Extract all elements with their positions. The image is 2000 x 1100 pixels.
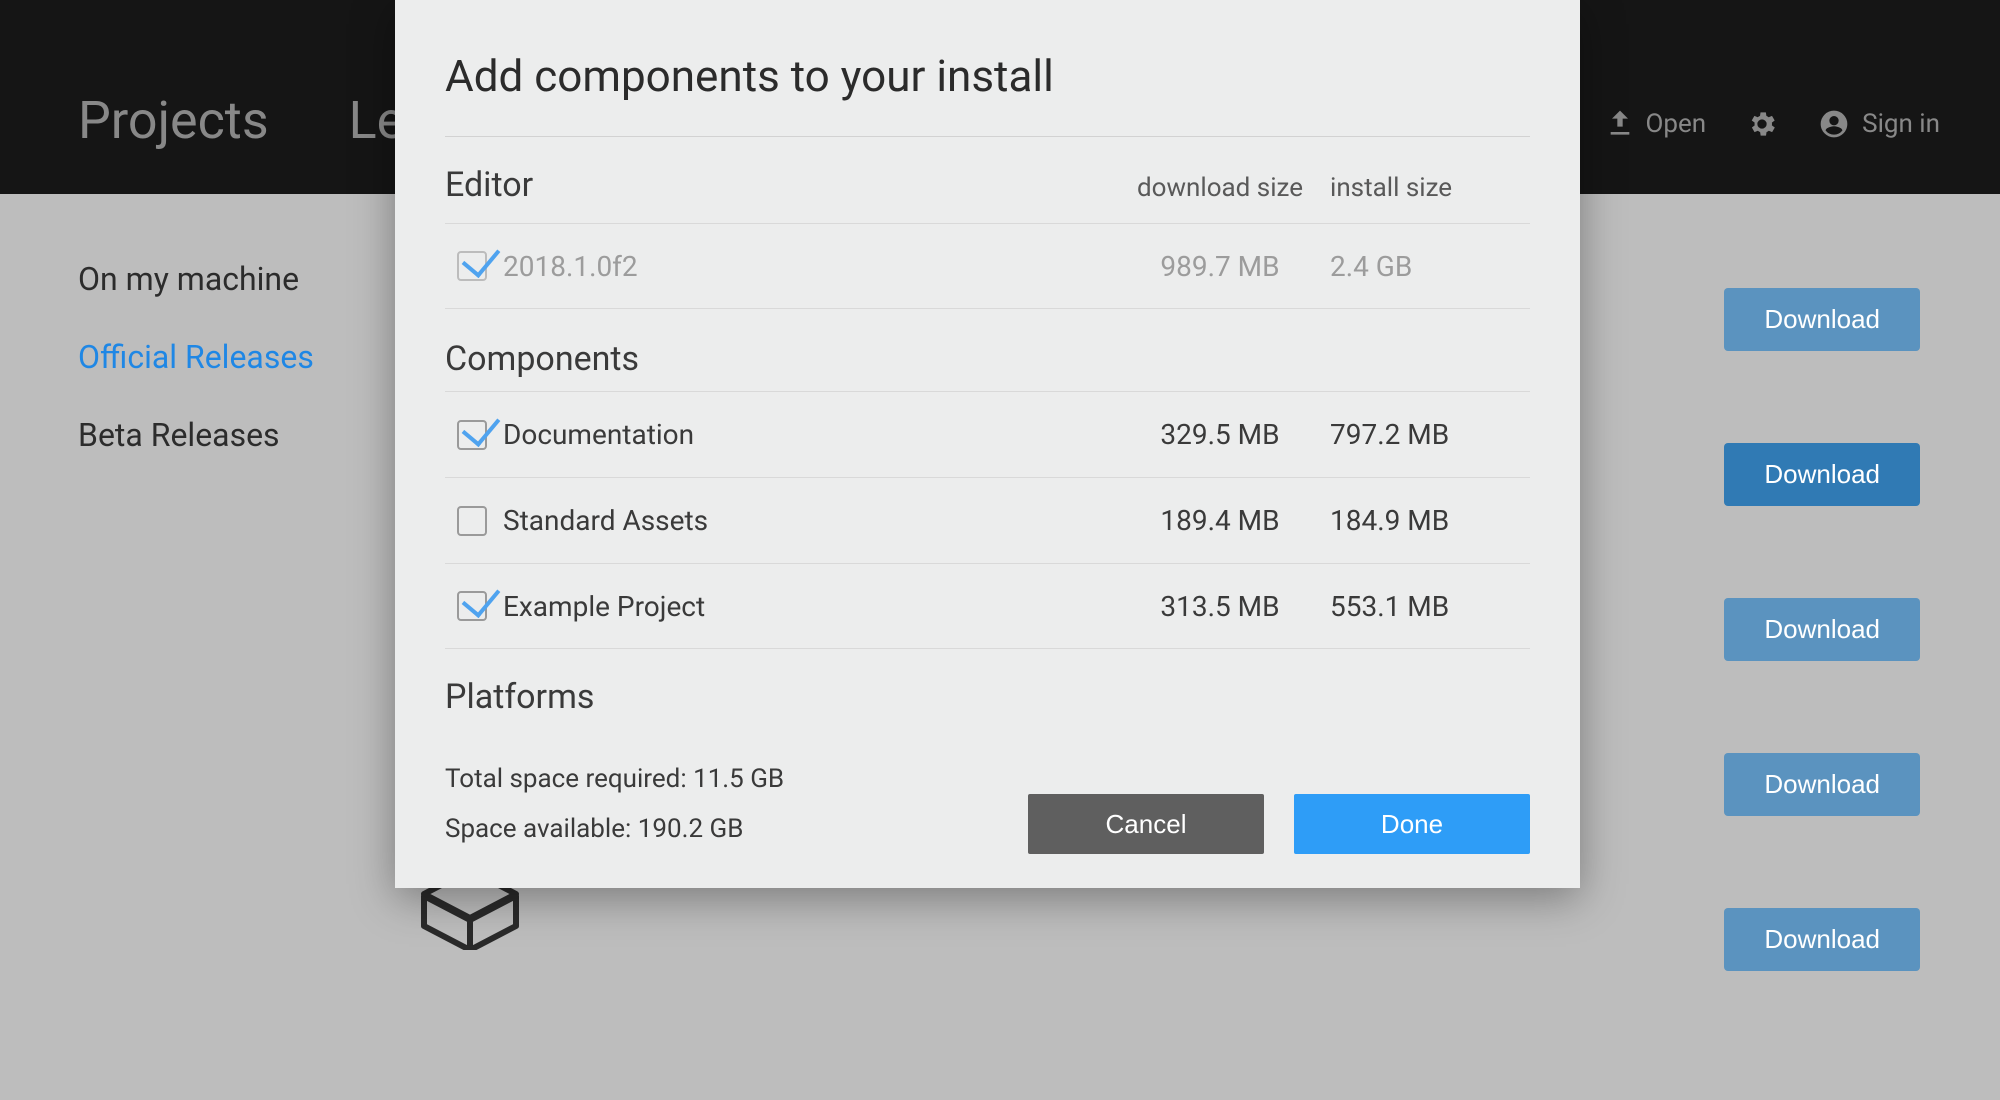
editor-install-size: 2.4 GB <box>1330 250 1530 283</box>
component-row: Standard Assets189.4 MB184.9 MB <box>445 477 1530 563</box>
component-install-size: 553.1 MB <box>1330 590 1530 623</box>
component-row: Example Project313.5 MB553.1 MB <box>445 563 1530 649</box>
column-install-size: install size <box>1330 173 1530 203</box>
checkbox-component[interactable] <box>457 420 487 450</box>
cancel-button[interactable]: Cancel <box>1028 794 1264 854</box>
avail-label: Space available: <box>445 814 638 844</box>
total-value: 11.5 GB <box>693 764 784 794</box>
space-available: Space available: 190.2 GB <box>445 805 784 854</box>
component-download-size: 329.5 MB <box>1110 418 1330 451</box>
component-name: Standard Assets <box>503 504 1110 537</box>
editor-version: 2018.1.0f2 <box>503 250 1110 283</box>
component-name: Documentation <box>503 418 1110 451</box>
editor-section-header: Editor download size install size <box>445 157 1530 223</box>
editor-download-size: 989.7 MB <box>1110 250 1330 283</box>
checkbox-editor <box>457 251 487 281</box>
column-download-size: download size <box>1110 173 1330 203</box>
add-components-dialog: Add components to your install Editor do… <box>395 0 1580 888</box>
component-download-size: 189.4 MB <box>1110 504 1330 537</box>
editor-row: 2018.1.0f2 989.7 MB 2.4 GB <box>445 223 1530 309</box>
component-install-size: 797.2 MB <box>1330 418 1530 451</box>
components-heading: Components <box>445 309 1530 391</box>
total-space-required: Total space required: 11.5 GB <box>445 755 784 804</box>
done-button[interactable]: Done <box>1294 794 1530 854</box>
component-install-size: 184.9 MB <box>1330 504 1530 537</box>
editor-heading: Editor <box>445 165 533 205</box>
component-download-size: 313.5 MB <box>1110 590 1330 623</box>
dialog-title: Add components to your install <box>445 50 1530 137</box>
component-row: Documentation329.5 MB797.2 MB <box>445 391 1530 477</box>
checkbox-component[interactable] <box>457 591 487 621</box>
avail-value: 190.2 GB <box>638 814 744 844</box>
dialog-footer: Total space required: 11.5 GB Space avai… <box>445 755 1530 854</box>
total-label: Total space required: <box>445 764 693 794</box>
platforms-heading: Platforms <box>445 649 1530 721</box>
checkbox-component[interactable] <box>457 506 487 536</box>
component-name: Example Project <box>503 590 1110 623</box>
